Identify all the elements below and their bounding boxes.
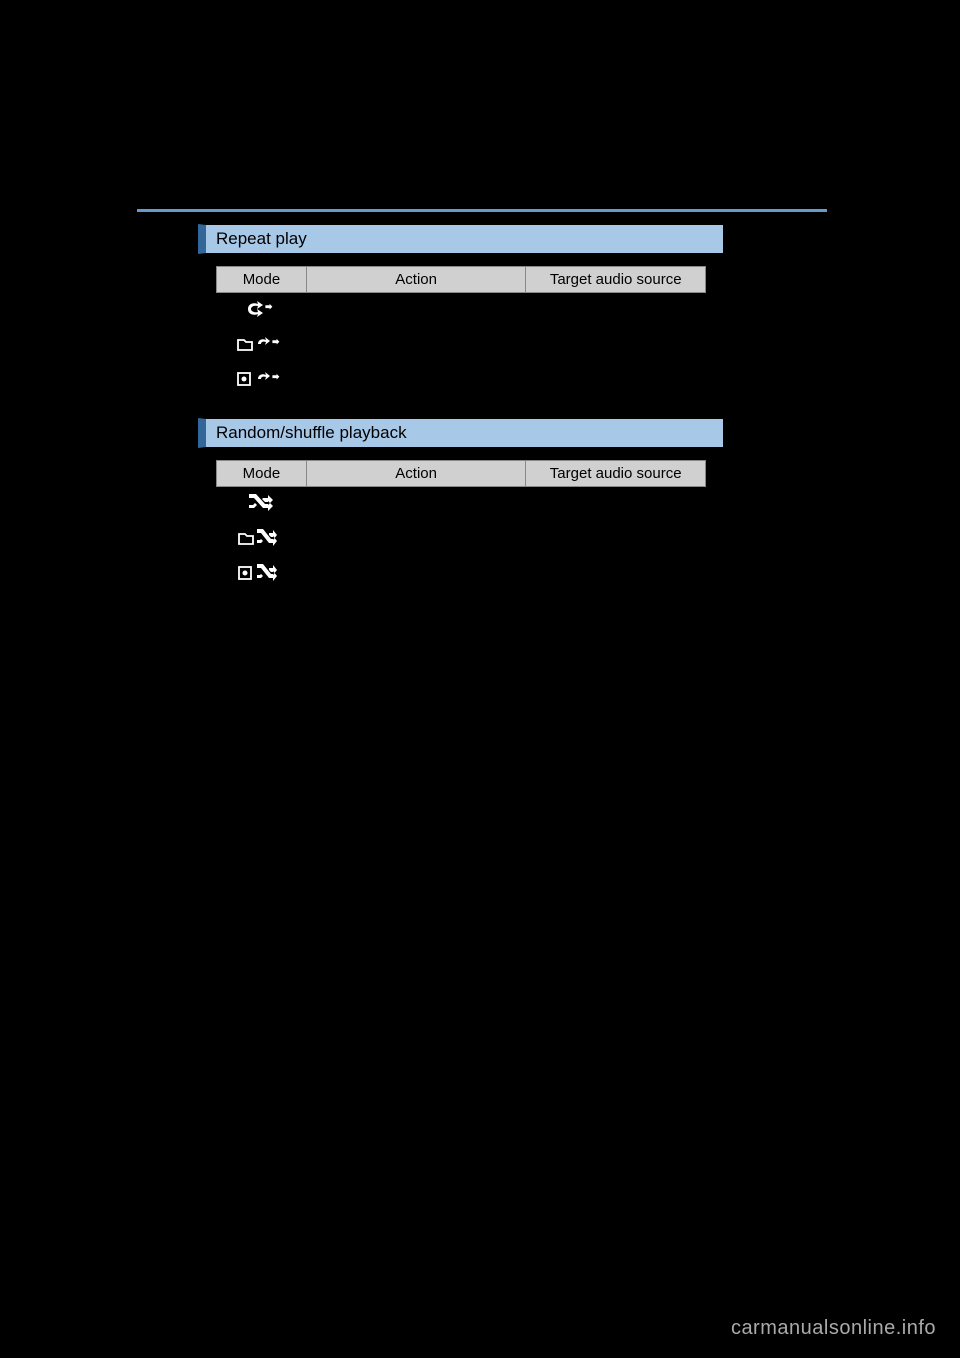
section-title: Repeat play: [216, 229, 307, 248]
table-row: [217, 487, 706, 523]
target-cell: [526, 363, 706, 398]
disc-repeat-icon: [236, 369, 286, 392]
mode-icon-cell: [217, 557, 307, 592]
mode-icon-cell: [217, 363, 307, 398]
table-row: [217, 557, 706, 592]
table-random: Mode Action Target audio source: [216, 460, 706, 592]
disc-shuffle-icon: [237, 563, 285, 586]
target-cell: [526, 487, 706, 523]
target-cell: [526, 328, 706, 363]
mode-icon-cell: [217, 522, 307, 557]
action-cell: [306, 328, 525, 363]
th-action: Action: [306, 461, 525, 487]
section-title: Random/shuffle playback: [216, 423, 407, 442]
target-cell: [526, 522, 706, 557]
mode-icon-cell: [217, 328, 307, 363]
table-row: [217, 522, 706, 557]
watermark: carmanualsonline.info: [731, 1317, 936, 1340]
target-cell: [526, 293, 706, 329]
shuffle-icon: [247, 493, 275, 516]
table-row: [217, 363, 706, 398]
repeat-icon: [243, 299, 279, 322]
th-target: Target audio source: [526, 461, 706, 487]
th-mode: Mode: [217, 267, 307, 293]
page-top-rule: [137, 209, 827, 212]
table-repeat: Mode Action Target audio source: [216, 266, 706, 398]
page-content: Repeat play Mode Action Target audio sou…: [198, 224, 724, 612]
action-cell: [306, 293, 525, 329]
mode-icon-cell: [217, 293, 307, 329]
folder-shuffle-icon: [237, 528, 285, 551]
action-cell: [306, 487, 525, 523]
th-target: Target audio source: [526, 267, 706, 293]
section-header-random: Random/shuffle playback: [198, 418, 724, 448]
section-header-repeat: Repeat play: [198, 224, 724, 254]
action-cell: [306, 363, 525, 398]
table-row: [217, 293, 706, 329]
table-row: [217, 328, 706, 363]
target-cell: [526, 557, 706, 592]
th-action: Action: [306, 267, 525, 293]
action-cell: [306, 522, 525, 557]
folder-repeat-icon: [236, 334, 286, 357]
th-mode: Mode: [217, 461, 307, 487]
action-cell: [306, 557, 525, 592]
mode-icon-cell: [217, 487, 307, 523]
